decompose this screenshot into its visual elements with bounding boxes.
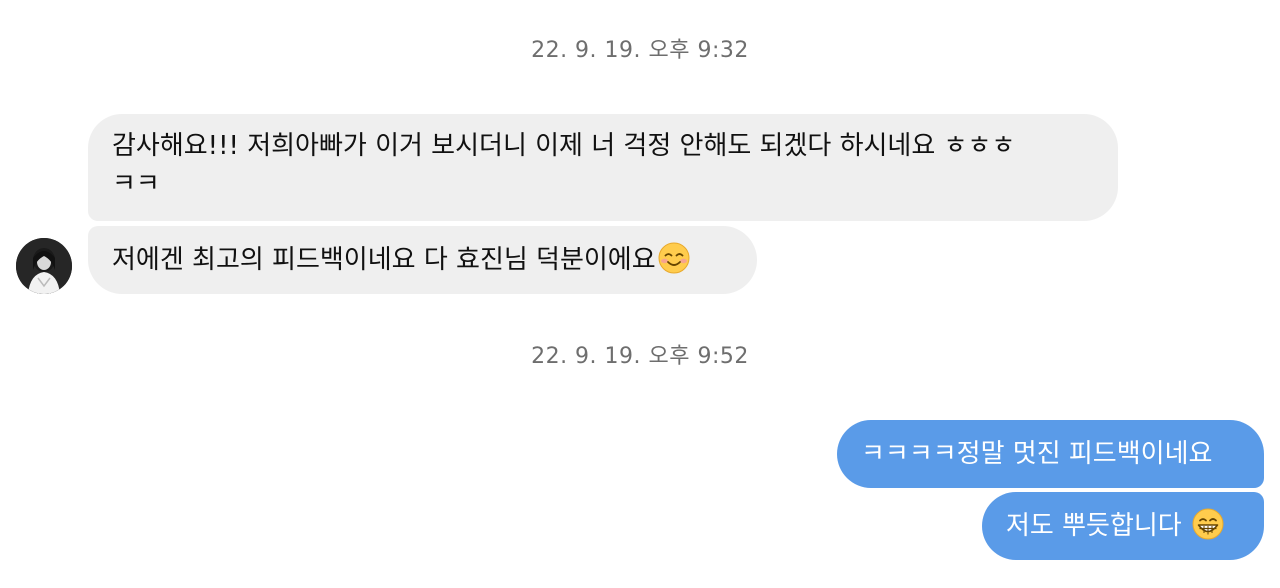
grinning-face-icon	[1192, 508, 1224, 540]
message-text: 저에겐 최고의 피드백이네요 다 효진님 덕분이에요	[112, 245, 656, 275]
message-text: ㅋㅋㅋㅋ정말 멋진 피드백이네요	[861, 439, 1213, 469]
message-text: 저도 뿌듯합니다	[1006, 511, 1182, 541]
smiling-face-icon	[658, 242, 690, 274]
avatar[interactable]	[16, 238, 72, 294]
incoming-message-bubble[interactable]: 감사해요!!! 저희아빠가 이거 보시더니 이제 너 걱정 안해도 되겠다 하시…	[88, 114, 1118, 221]
message-text: 감사해요!!! 저희아빠가 이거 보시더니 이제 너 걱정 안해도 되겠다 하시…	[112, 131, 1016, 161]
message-timestamp: 22. 9. 19. 오후 9:32	[531, 38, 749, 63]
outgoing-message-bubble[interactable]: ㅋㅋㅋㅋ정말 멋진 피드백이네요	[837, 420, 1264, 488]
incoming-message-bubble[interactable]: 저에겐 최고의 피드백이네요 다 효진님 덕분이에요	[88, 226, 757, 294]
message-text: ㅋㅋ	[112, 169, 160, 199]
message-timestamp: 22. 9. 19. 오후 9:52	[531, 344, 749, 369]
outgoing-message-bubble[interactable]: 저도 뿌듯합니다	[982, 492, 1264, 560]
